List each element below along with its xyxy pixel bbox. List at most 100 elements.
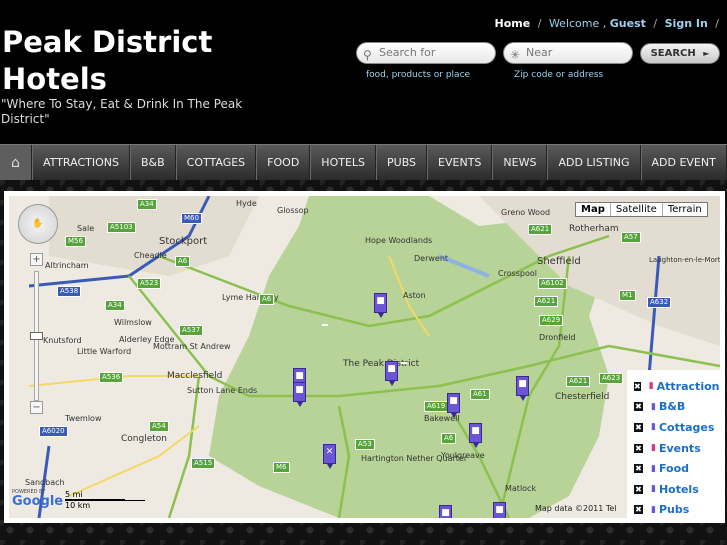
road-sign: A6 xyxy=(259,294,275,305)
place-label: Hartington Nether Quarter xyxy=(361,454,468,463)
legend-item-hotels[interactable]: ✖ ▮ Hotels xyxy=(634,479,720,500)
zoom-in-button[interactable]: + xyxy=(30,253,43,266)
road-sign: A621 xyxy=(528,224,553,235)
close-icon[interactable]: ✖ xyxy=(634,484,643,494)
place-label: Hyde xyxy=(236,199,257,208)
marker-icon: ▮ xyxy=(651,504,656,515)
marker-icon: ▮ xyxy=(651,463,656,474)
legend-label: Cottages xyxy=(658,420,715,434)
map-type-map[interactable]: Map xyxy=(576,203,610,216)
zoom-slider-handle[interactable] xyxy=(30,332,43,340)
road-sign: A34 xyxy=(137,199,157,210)
place-label: Derwent xyxy=(414,254,449,263)
road-sign: A54 xyxy=(149,421,169,432)
road-sign xyxy=(401,362,407,364)
place-label: Twemlow xyxy=(65,414,102,423)
road-sign: M56 xyxy=(65,236,86,247)
map-marker-hotel[interactable]: ■ xyxy=(469,423,482,448)
road-sign: A629 xyxy=(539,315,564,326)
place-label: Glossop xyxy=(277,206,309,215)
nav-home-button[interactable]: ⌂ xyxy=(0,145,32,180)
close-icon[interactable]: ✖ xyxy=(634,505,643,515)
near-hint: Zip code or address xyxy=(514,70,604,80)
nav-item-cottages[interactable]: COTTAGES xyxy=(175,145,257,180)
road-sign: A57 xyxy=(621,232,641,243)
map-marker-hotel[interactable]: ■ xyxy=(385,361,398,386)
nav-item-hotels[interactable]: HOTELS xyxy=(310,145,377,180)
search-button[interactable]: SEARCH ► xyxy=(640,43,720,64)
map-type-terrain[interactable]: Terrain xyxy=(661,203,707,216)
home-link[interactable]: Home xyxy=(495,17,531,30)
map-attribution[interactable]: Map data ©2011 Tel xyxy=(535,504,617,513)
map-marker-hotel[interactable]: ■ xyxy=(293,382,306,407)
place-label: Mottram St Andrew xyxy=(153,342,231,351)
marker-icon: ▮ xyxy=(651,422,656,433)
place-label: Sutton Lane Ends xyxy=(187,386,258,395)
legend-item-food[interactable]: ✖ ▮ Food xyxy=(634,458,720,479)
site-title[interactable]: Peak District Hotels xyxy=(2,24,212,98)
map-pan-control[interactable]: ✋ xyxy=(18,204,58,244)
nav-item-attractions[interactable]: ATTRACTIONS xyxy=(32,145,130,180)
main-navigation: ⌂ ATTRACTIONS B&B COTTAGES FOOD HOTELS P… xyxy=(0,144,727,180)
road-sign xyxy=(322,324,328,326)
welcome-text: Welcome , xyxy=(548,17,607,30)
marker-icon: ▮ xyxy=(651,443,656,454)
road-sign: A619 xyxy=(424,401,449,412)
hand-icon: ✋ xyxy=(32,219,44,229)
map-marker-hotel[interactable]: ■ xyxy=(447,393,460,418)
nav-item-bnb[interactable]: B&B xyxy=(129,145,176,180)
place-label: The Peak District xyxy=(343,359,420,369)
nav-item-events[interactable]: EVENTS xyxy=(427,145,493,180)
road-sign: A621 xyxy=(566,376,591,387)
map-marker-hotel[interactable]: ■ xyxy=(374,293,387,318)
zoom-out-button[interactable]: − xyxy=(30,401,43,414)
legend-label: Attractions xyxy=(656,379,720,393)
close-icon[interactable]: ✖ xyxy=(634,402,643,412)
separator: / xyxy=(653,17,658,30)
road-sign: A523 xyxy=(137,278,162,289)
road-sign: A632 xyxy=(647,297,672,308)
legend-item-events[interactable]: ✖ ▮ Events xyxy=(634,438,720,459)
road-sign: A6 xyxy=(441,433,457,444)
legend-item-cottages[interactable]: ✖ ▮ Cottages xyxy=(634,417,720,438)
guest-link[interactable]: Guest xyxy=(610,17,646,30)
google-logo[interactable]: Google xyxy=(12,494,63,509)
close-icon[interactable]: ✖ xyxy=(634,464,643,474)
search-button-label: SEARCH xyxy=(650,48,696,59)
road-sign: A536 xyxy=(99,372,124,383)
road-sign: A6020 xyxy=(39,426,68,437)
legend-item-attractions[interactable]: ✖ ▮ Attractions xyxy=(634,376,720,397)
legend-item-pubs[interactable]: ✖ ▮ Pubs xyxy=(634,500,720,518)
nav-item-add-event[interactable]: ADD EVENT xyxy=(640,145,727,180)
map-marker-hotel[interactable]: ■ xyxy=(516,376,529,401)
near-placeholder: Near xyxy=(526,46,553,59)
map-marker-food[interactable]: ✕ xyxy=(323,444,336,469)
nav-item-news[interactable]: NEWS xyxy=(492,145,548,180)
marker-icon: ▮ xyxy=(648,381,654,392)
place-label: Knutsford xyxy=(43,336,82,345)
map-marker-hotel[interactable]: ■ xyxy=(493,502,506,518)
place-label: Chesterfield xyxy=(555,392,610,402)
map-canvas[interactable]: Hyde Glossop Sale Stockport Altrincham C… xyxy=(9,196,720,518)
map-marker-hotel[interactable]: ■ xyxy=(439,505,452,518)
near-input[interactable]: ✳ Near xyxy=(503,42,633,64)
legend-label: Hotels xyxy=(658,482,699,496)
road-sign: A515 xyxy=(191,458,216,469)
separator: / xyxy=(715,17,719,30)
map-type-satellite[interactable]: Satellite xyxy=(609,203,662,216)
legend-item-bnb[interactable]: ✖ ▮ B&B xyxy=(634,397,720,418)
legend-label: B&B xyxy=(658,400,686,414)
nav-item-pubs[interactable]: PUBS xyxy=(376,145,428,180)
nav-item-add-listing[interactable]: ADD LISTING xyxy=(547,145,641,180)
place-label: Laughton-en-le-Morthen xyxy=(649,256,720,264)
search-input[interactable]: ⚲ Search for xyxy=(356,42,496,64)
close-icon[interactable]: ✖ xyxy=(634,422,643,432)
nav-item-food[interactable]: FOOD xyxy=(256,145,311,180)
legend-label: Pubs xyxy=(658,503,690,517)
close-icon[interactable]: ✖ xyxy=(634,443,643,453)
signin-link[interactable]: Sign In xyxy=(665,17,708,30)
place-label: Little Warford xyxy=(77,347,132,356)
road-sign: A6 xyxy=(175,256,191,267)
close-icon[interactable]: ✖ xyxy=(634,381,641,391)
place-label: Wilmslow xyxy=(114,318,152,327)
